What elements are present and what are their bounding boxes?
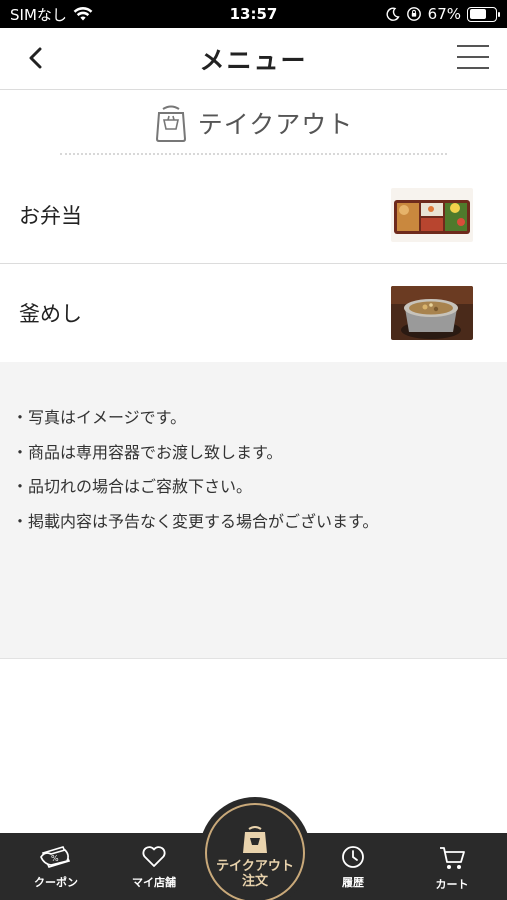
nav-bar: メニュー <box>0 28 507 90</box>
bento-photo <box>391 187 473 242</box>
status-left: SIMなし <box>10 4 93 25</box>
note-line: ・掲載内容は予告なく変更する場合がございます。 <box>12 511 379 531</box>
battery-fill <box>469 9 487 19</box>
tab-label: クーポン <box>34 876 78 889</box>
menu-item-label: お弁当 <box>19 203 82 228</box>
orientation-lock-icon <box>406 7 421 21</box>
menu-item-bento[interactable]: お弁当 <box>0 166 507 264</box>
takeout-bag-icon <box>243 826 267 853</box>
svg-text:%: % <box>51 854 59 863</box>
note-line: ・商品は専用容器でお渡し致します。 <box>12 442 283 462</box>
tab-label: カート <box>435 878 469 891</box>
battery-icon <box>467 6 500 22</box>
moon-icon <box>386 7 400 21</box>
heart-icon <box>142 846 166 867</box>
section-header: テイクアウト <box>0 90 507 156</box>
tab-center-label-line2: 注文 <box>241 874 268 889</box>
wifi-icon <box>73 6 93 21</box>
tab-center-label: テイクアウト 注文 <box>216 859 294 889</box>
carrier-label: SIMなし <box>10 5 67 24</box>
tab-center-label-line1: テイクアウト <box>216 859 294 874</box>
status-bar: SIMなし 13:57 67% <box>0 0 507 28</box>
cart-icon <box>440 847 465 869</box>
menu-item-label: 釜めし <box>19 302 82 326</box>
battery-percent: 67% <box>427 5 461 23</box>
kamameshi-photo <box>391 286 473 340</box>
menu-list: お弁当 釜めし <box>0 166 507 362</box>
section-divider <box>60 153 447 155</box>
back-button[interactable] <box>18 40 54 76</box>
tab-coupon[interactable]: % クーポン <box>10 833 102 900</box>
note-line: ・写真はイメージです。 <box>12 408 187 427</box>
section-title: テイクアウト <box>197 110 354 139</box>
clock-icon <box>342 846 364 868</box>
note-line: ・品切れの場合はご容赦下さい。 <box>12 477 253 496</box>
takeout-bag-icon <box>155 105 186 142</box>
tab-history[interactable]: 履歴 <box>308 833 398 900</box>
tab-label: 履歴 <box>342 876 364 889</box>
menu-line <box>457 56 489 58</box>
tab-takeout-order[interactable]: テイクアウト 注文 <box>205 803 305 900</box>
chevron-left-icon <box>29 47 42 69</box>
menu-item-kamameshi[interactable]: 釜めし <box>0 264 507 362</box>
menu-line <box>457 45 489 47</box>
tab-label: マイ店舗 <box>132 876 176 889</box>
menu-line <box>457 67 489 69</box>
coupon-icon: % <box>40 846 71 868</box>
notes-panel: ・写真はイメージです。 ・商品は専用容器でお渡し致します。 ・品切れの場合はご容… <box>0 362 507 659</box>
hamburger-menu-button[interactable] <box>457 42 489 72</box>
tab-my-store[interactable]: マイ店舗 <box>108 833 200 900</box>
page-title: メニュー <box>199 45 308 75</box>
status-right: 67% <box>386 5 500 23</box>
tab-cart[interactable]: カート <box>406 833 498 900</box>
